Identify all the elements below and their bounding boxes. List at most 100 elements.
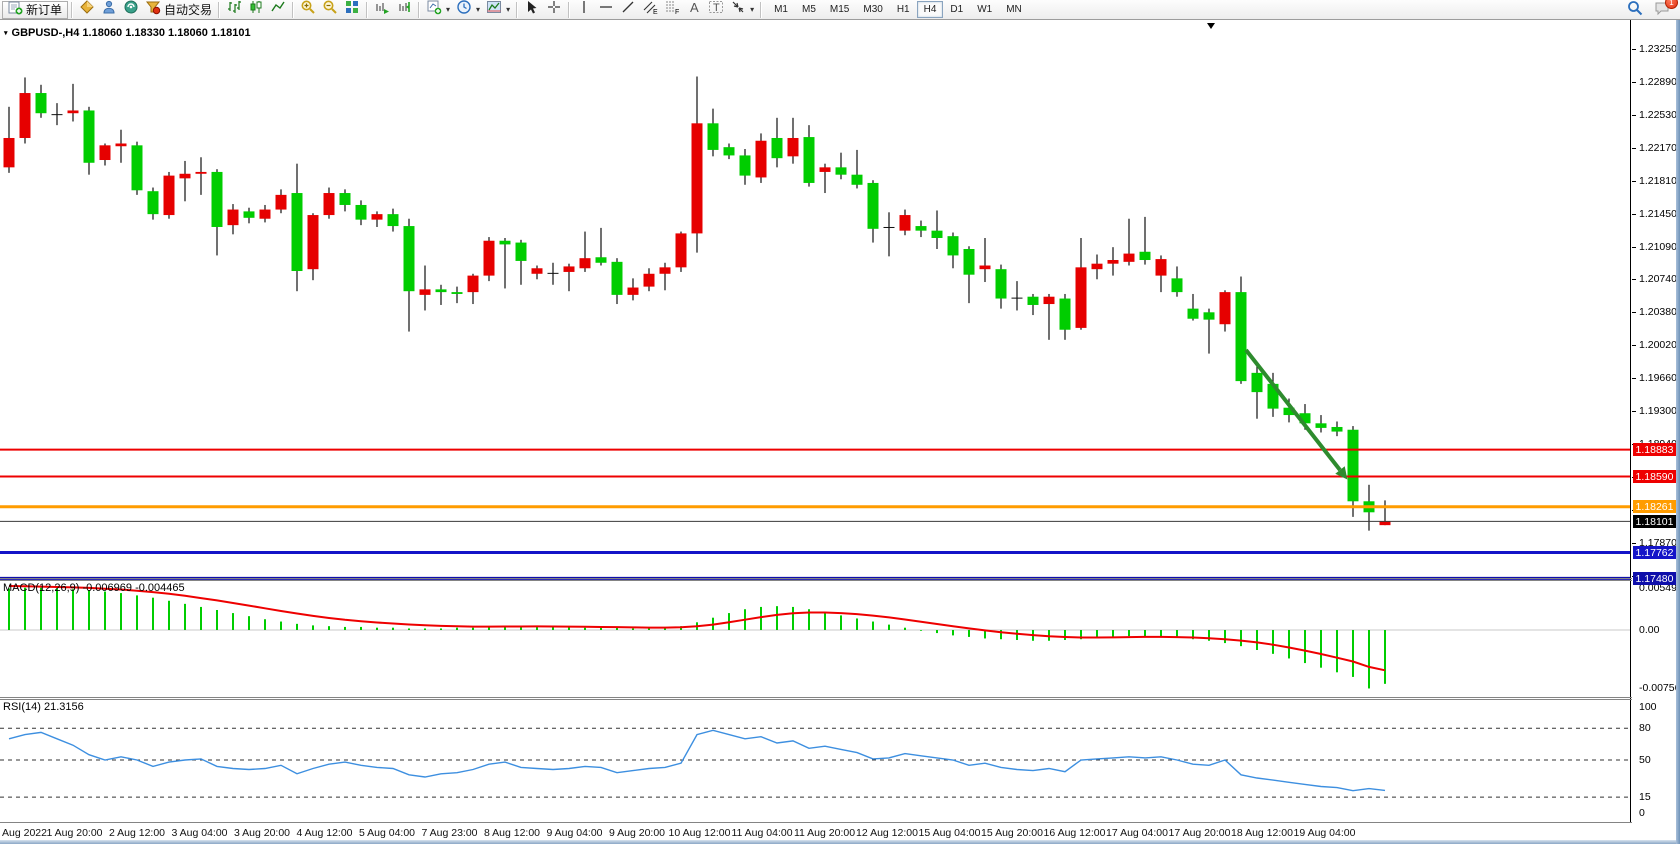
time-axis-label: Aug 2022 [2,827,47,839]
candle-body [1348,430,1359,502]
price-level-badge[interactable]: 1.18883 [1633,443,1676,456]
price-level-badge[interactable]: 1.17762 [1633,546,1676,559]
candle-body [388,214,399,226]
cursor-icon [524,0,540,20]
price-tick-label: 1.21090 [1639,241,1677,253]
vertical-line-icon [576,0,592,20]
candle-body [84,110,95,162]
new-chart-icon [426,0,442,20]
price-tick-mark [1632,82,1636,83]
candle-body [420,289,431,295]
candle-body [836,167,847,174]
candle-body [1140,252,1151,260]
timeframe-button-m15[interactable]: M15 [823,1,856,18]
pane-separator[interactable] [0,578,1676,579]
price-level-badge[interactable]: 1.18261 [1633,500,1676,513]
chart-canvas[interactable] [0,20,1632,840]
zoom-in-button[interactable] [297,1,319,19]
chevron-down-icon: ▾ [750,5,754,14]
candle-body [1076,267,1087,328]
bar-marker-icon [1207,23,1215,29]
price-tick-label: 1.20380 [1639,306,1677,318]
time-axis-label: 1 Aug 20:00 [46,827,102,839]
candle-body [996,269,1007,298]
rsi-indicator-label: RSI(14) 21.3156 [3,701,84,713]
zoom-out-icon [322,0,338,20]
vertical-line-button[interactable] [573,1,595,19]
price-level-badge[interactable]: 1.18590 [1633,470,1676,483]
text-label-button[interactable]: T [705,1,727,19]
symbol-info: ▾ GBPUSD-,H4 1.18060 1.18330 1.18060 1.1… [4,27,251,39]
pane-separator [0,699,1676,700]
candle-body [452,292,463,294]
horizontal-line-button[interactable] [595,1,617,19]
search-icon[interactable] [1626,0,1644,22]
price-tick-mark [1632,247,1636,248]
trend-arrow-annotation[interactable] [1246,350,1340,470]
candle-body [820,167,831,172]
new-order-button[interactable]: 新订单 [2,1,68,19]
new-chart-button[interactable]: ▾ [423,1,453,19]
time-axis[interactable]: Aug 20221 Aug 20:002 Aug 12:003 Aug 04:0… [0,822,1632,841]
price-tick-label: 1.20740 [1639,273,1677,285]
price-axis[interactable]: 1.232501.228901.225301.221701.218101.214… [1632,20,1676,822]
auto-scroll-button[interactable] [371,1,393,19]
timeframe-button-w1[interactable]: W1 [970,1,999,18]
crosshair-button[interactable] [543,1,565,19]
time-axis-label: 19 Aug 04:00 [1294,827,1356,839]
timeframe-button-m5[interactable]: M5 [795,1,823,18]
zoom-out-button[interactable] [319,1,341,19]
timeframe-button-mn[interactable]: MN [999,1,1029,18]
tile-windows-button[interactable] [341,1,363,19]
candle-body [260,210,271,219]
fibonacci-icon: F [664,0,680,20]
line-chart-button[interactable] [267,1,289,19]
bar-chart-button[interactable] [223,1,245,19]
price-level-badge[interactable]: 1.17480 [1633,572,1676,585]
candle-body [948,236,959,255]
candle-body [932,231,943,238]
navigator-button[interactable] [120,1,142,19]
data-window-button[interactable] [98,1,120,19]
bar-chart-icon [226,0,242,20]
time-axis-label: 17 Aug 04:00 [1106,827,1168,839]
candle-body [1236,292,1247,381]
price-tick-mark [1632,279,1636,280]
candle-body [52,114,63,115]
rsi-scale-label: 15 [1639,791,1651,803]
channel-button[interactable]: E [639,1,661,19]
candle-body [132,145,143,190]
time-axis-label: 18 Aug 12:00 [1231,827,1293,839]
timeframe-button-m1[interactable]: M1 [767,1,795,18]
fibonacci-button[interactable]: F [661,1,683,19]
price-tick-mark [1632,378,1636,379]
candle-body [484,241,495,276]
candlestick-chart-button[interactable] [245,1,267,19]
candle-body [36,93,47,113]
chart-menu-icon[interactable]: ▾ [4,29,8,37]
template-button[interactable]: ▾ [483,1,513,19]
time-axis-label: 9 Aug 04:00 [546,827,602,839]
period-button[interactable]: ▾ [453,1,483,19]
rsi-scale-label: 100 [1639,701,1657,713]
pane-separator[interactable] [0,697,1676,698]
market-watch-button[interactable] [76,1,98,19]
text-button[interactable]: A [683,1,705,19]
candle-body [884,227,895,228]
arrows-button[interactable]: ▾ [727,1,757,19]
navigator-icon [123,0,139,20]
cursor-button[interactable] [521,1,543,19]
candle-body [1156,259,1167,276]
macd-scale-zero: 0.00 [1639,624,1659,636]
trendline-button[interactable] [617,1,639,19]
candle-body [1188,309,1199,319]
timeframe-button-d1[interactable]: D1 [943,1,970,18]
time-axis-label: 10 Aug 12:00 [669,827,731,839]
pane-separator [0,580,1676,581]
auto-trading-button[interactable]: 自动交易 [142,1,215,19]
timeframe-button-m30[interactable]: M30 [856,1,889,18]
notifications-button[interactable]: 1 [1654,0,1672,21]
timeframe-button-h1[interactable]: H1 [890,1,917,18]
chart-shift-button[interactable] [393,1,415,19]
timeframe-button-h4[interactable]: H4 [917,1,944,18]
